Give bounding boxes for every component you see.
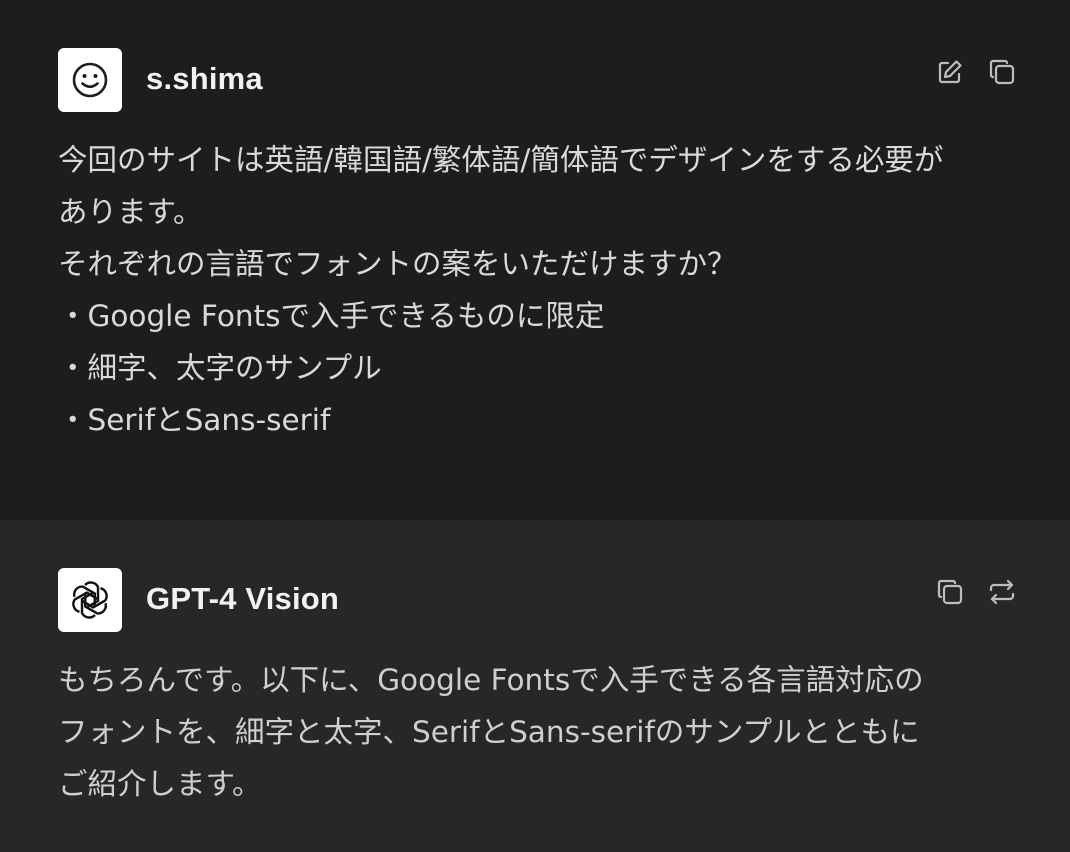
- edit-button[interactable]: [934, 56, 966, 88]
- message-line: それぞれの言語でフォントの案をいただけますか？: [58, 247, 737, 281]
- user-message-actions: [934, 56, 1018, 88]
- assistant-author-name: GPT-4 Vision: [146, 581, 340, 616]
- assistant-avatar: [58, 568, 122, 632]
- assistant-message-text: もちろんです。以下に、Google Fontsで入手できる各言語対応の フォント…: [58, 654, 1030, 810]
- copy-button[interactable]: [986, 56, 1018, 88]
- regenerate-button[interactable]: [986, 576, 1018, 608]
- regenerate-icon: [989, 579, 1015, 605]
- message-line: ・SerifとSans-serif: [58, 403, 331, 437]
- message-line: もちろんです。以下に、Google Fontsで入手できる各言語対応の: [58, 663, 924, 697]
- copy-icon: [989, 59, 1015, 85]
- user-avatar: [58, 48, 122, 112]
- assistant-message: GPT-4 Vision もちろんです。以下に、Google Fontsで入手で…: [0, 520, 1070, 852]
- message-line: フォントを、細字と太字、SerifとSans-serifのサンプルとともに: [58, 715, 920, 749]
- edit-icon: [938, 60, 962, 84]
- user-message-text: 今回のサイトは英語/韓国語/繁体語/簡体語でデザインをする必要が あります。 そ…: [58, 134, 1030, 446]
- message-line: 今回のサイトは英語/韓国語/繁体語/簡体語でデザインをする必要が: [58, 143, 944, 177]
- copy-button[interactable]: [934, 576, 966, 608]
- message-line: ご紹介します。: [58, 767, 262, 801]
- copy-icon: [937, 579, 963, 605]
- message-line: あります。: [58, 195, 203, 229]
- user-message: s.shima 今回のサイトは英語/韓国語/繁体語/簡体語でデザインをする必要が…: [0, 0, 1070, 520]
- assistant-message-actions: [934, 576, 1018, 608]
- user-author-name: s.shima: [146, 61, 263, 96]
- openai-logo-icon: [72, 581, 108, 619]
- message-line: ・細字、太字のサンプル: [58, 351, 382, 385]
- smiley-face-icon: [72, 62, 108, 98]
- message-line: ・Google Fontsで入手できるものに限定: [58, 299, 605, 333]
